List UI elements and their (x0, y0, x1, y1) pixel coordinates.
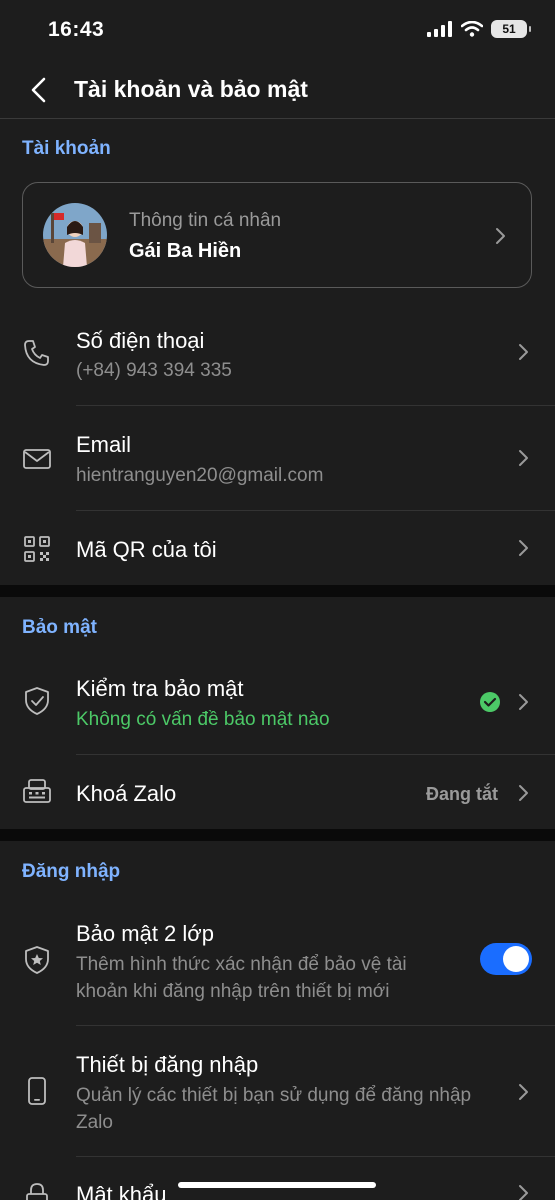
section-label-account: Tài khoản (22, 138, 111, 159)
signal-icon (427, 21, 452, 37)
security-check-title: Kiểm tra bảo mật (76, 676, 244, 701)
section-separator (0, 585, 555, 597)
qr-title: Mã QR của tôi (76, 537, 217, 562)
section-label-security: Bảo mật (22, 617, 97, 638)
two-factor-row: Bảo mật 2 lớp Thêm hình thức xác nhận để… (0, 895, 555, 1025)
status-time: 16:43 (48, 18, 105, 41)
login-devices-desc-line1: Quản lý các thiết bị bạn sử dụng để đăng… (76, 1085, 472, 1106)
home-indicator[interactable] (178, 1182, 376, 1188)
phone-icon (24, 340, 49, 366)
qr-row[interactable]: Mã QR của tôi (0, 511, 555, 585)
chevron-right-icon (519, 1084, 528, 1100)
two-factor-desc-line2: khoản khi đăng nhập trên thiết bị mới (76, 981, 390, 1002)
section-label-login: Đăng nhập (22, 861, 121, 882)
chevron-right-icon (519, 540, 528, 556)
phone-row[interactable]: Số điện thoại (+84) 943 394 335 (0, 300, 555, 404)
login-devices-row[interactable]: Thiết bị đăng nhập Quản lý các thiết bị … (0, 1026, 555, 1156)
phone-title: Số điện thoại (76, 328, 205, 353)
toggle-knob (503, 946, 529, 972)
battery-indicator: 51 (491, 20, 531, 38)
chevron-right-icon (496, 228, 505, 244)
zalo-lock-status: Đang tắt (426, 784, 498, 804)
email-value: hientranguyen20@gmail.com (76, 465, 324, 486)
shield-icon (25, 687, 49, 715)
zalo-lock-title: Khoá Zalo (76, 781, 177, 806)
security-check-status: Không có vấn đề bảo mật nào (76, 709, 330, 730)
lock-icon (26, 1183, 48, 1200)
profile-subtitle: Thông tin cá nhân (129, 210, 282, 231)
phone-value: (+84) 943 394 335 (76, 360, 232, 381)
chevron-right-icon (519, 694, 528, 710)
password-row[interactable]: Mật khẩu (0, 1157, 555, 1200)
qr-code-icon (24, 536, 50, 562)
two-factor-title: Bảo mật 2 lớp (76, 921, 214, 946)
login-devices-title: Thiết bị đăng nhập (76, 1052, 259, 1077)
security-check-row[interactable]: Kiểm tra bảo mật Không có vấn đề bảo mật… (0, 650, 555, 754)
chevron-right-icon (519, 785, 528, 801)
avatar (43, 203, 107, 267)
chevron-right-icon (519, 450, 528, 466)
back-button[interactable] (24, 74, 56, 106)
chevron-left-icon (31, 77, 46, 103)
wifi-icon (461, 21, 483, 37)
two-factor-toggle[interactable] (480, 943, 532, 975)
phone-device-icon (28, 1077, 46, 1105)
status-icons: 51 (427, 20, 531, 38)
mail-icon (23, 449, 51, 469)
profile-card[interactable]: Thông tin cá nhân Gái Ba Hiền (22, 182, 532, 288)
lock-keypad-icon (23, 779, 51, 803)
chevron-right-icon (519, 344, 528, 360)
chevron-right-icon (519, 1185, 528, 1200)
section-separator (0, 829, 555, 841)
zalo-lock-row[interactable]: Khoá Zalo Đang tắt (0, 755, 555, 829)
header: Tài khoản và bảo mật (0, 60, 555, 119)
email-title: Email (76, 432, 132, 457)
email-row[interactable]: Email hientranguyen20@gmail.com (0, 406, 555, 510)
check-circle-icon (480, 692, 500, 712)
two-factor-desc-line1: Thêm hình thức xác nhận để bảo vệ tài (76, 954, 407, 975)
password-title: Mật khẩu (76, 1182, 167, 1200)
profile-name: Gái Ba Hiền (129, 240, 242, 262)
shield-star-icon (25, 946, 49, 974)
login-devices-desc-line2: Zalo (76, 1112, 113, 1133)
page-title: Tài khoản và bảo mật (74, 76, 308, 102)
